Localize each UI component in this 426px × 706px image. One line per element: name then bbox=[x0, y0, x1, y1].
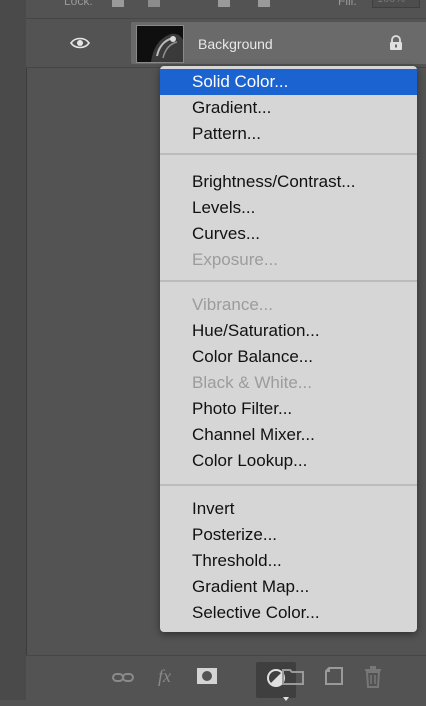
menu-item-label: Color Lookup... bbox=[192, 451, 308, 470]
layer-mask-icon[interactable] bbox=[196, 667, 218, 690]
lock-position-icon[interactable] bbox=[218, 0, 230, 7]
layers-bottom-bar: fx bbox=[26, 655, 426, 701]
menu-item-label: Brightness/Contrast... bbox=[192, 172, 356, 191]
menu-item-label: Posterize... bbox=[192, 525, 278, 544]
menu-item-gradient[interactable]: Gradient... bbox=[160, 95, 417, 121]
link-layers-icon[interactable] bbox=[112, 668, 134, 691]
svg-text:fx: fx bbox=[158, 666, 171, 686]
menu-item-solid-color[interactable]: Solid Color... bbox=[160, 69, 417, 95]
menu-item-label: Black & White... bbox=[192, 373, 312, 392]
menu-item-hue-saturation[interactable]: Hue/Saturation... bbox=[160, 318, 417, 344]
group-folder-icon[interactable] bbox=[282, 666, 304, 691]
new-layer-icon[interactable] bbox=[324, 666, 344, 691]
menu-item-label: Color Balance... bbox=[192, 347, 313, 366]
menu-item-label: Vibrance... bbox=[192, 295, 273, 314]
menu-item-threshold[interactable]: Threshold... bbox=[160, 548, 417, 574]
menu-item-label: Photo Filter... bbox=[192, 399, 293, 418]
menu-item-curves[interactable]: Curves... bbox=[160, 221, 417, 247]
menu-item-label: Selective Color... bbox=[192, 603, 320, 622]
menu-separator bbox=[160, 484, 417, 486]
menu-separator bbox=[160, 153, 417, 155]
menu-item-invert[interactable]: Invert bbox=[160, 496, 417, 522]
menu-item-label: Solid Color... bbox=[192, 72, 289, 91]
menu-item-color-lookup[interactable]: Color Lookup... bbox=[160, 448, 417, 474]
menu-item-levels[interactable]: Levels... bbox=[160, 195, 417, 221]
menu-item-label: Levels... bbox=[192, 198, 256, 217]
menu-item-posterize[interactable]: Posterize... bbox=[160, 522, 417, 548]
layer-name: Background bbox=[198, 36, 273, 52]
menu-item-channel-mixer[interactable]: Channel Mixer... bbox=[160, 422, 417, 448]
lock-all-icon[interactable] bbox=[258, 0, 270, 7]
lock-image-brush-icon[interactable] bbox=[148, 0, 160, 7]
lock-transparent-icon[interactable] bbox=[112, 0, 124, 7]
menu-item-photo-filter[interactable]: Photo Filter... bbox=[160, 396, 417, 422]
menu-item-vibrance: Vibrance... bbox=[160, 292, 417, 318]
menu-item-brightness-contrast[interactable]: Brightness/Contrast... bbox=[160, 169, 417, 195]
layer-thumbnail[interactable] bbox=[136, 25, 184, 63]
menu-item-label: Pattern... bbox=[192, 124, 261, 143]
layers-top-bar: Lock: Fill: 100% bbox=[26, 0, 426, 19]
layer-row[interactable]: Background bbox=[26, 19, 426, 68]
menu-item-gradient-map[interactable]: Gradient Map... bbox=[160, 574, 417, 600]
delete-layer-icon[interactable] bbox=[364, 666, 382, 693]
fill-label: Fill: bbox=[338, 0, 357, 8]
menu-separator bbox=[160, 280, 417, 282]
adjustment-layer-menu: Solid Color... Gradient... Pattern... Brigh… bbox=[160, 66, 417, 632]
eye-visibility-icon[interactable] bbox=[70, 36, 90, 55]
layers-panel: Lock: Fill: 100% Background bbox=[0, 0, 426, 701]
menu-item-label: Exposure... bbox=[192, 250, 278, 269]
menu-item-label: Channel Mixer... bbox=[192, 425, 315, 444]
menu-item-label: Curves... bbox=[192, 224, 261, 243]
fill-value-input[interactable]: 100% bbox=[372, 0, 420, 8]
menu-item-pattern[interactable]: Pattern... bbox=[160, 121, 417, 147]
fx-icon[interactable]: fx bbox=[156, 665, 178, 692]
lock-icon bbox=[389, 35, 403, 56]
menu-item-label: Threshold... bbox=[192, 551, 282, 570]
lock-label: Lock: bbox=[64, 0, 93, 8]
menu-item-exposure: Exposure... bbox=[160, 247, 417, 273]
menu-item-black-white: Black & White... bbox=[160, 370, 417, 396]
menu-item-label: Hue/Saturation... bbox=[192, 321, 320, 340]
panel-left-strip bbox=[0, 0, 27, 700]
menu-item-label: Gradient... bbox=[192, 98, 272, 117]
menu-item-color-balance[interactable]: Color Balance... bbox=[160, 344, 417, 370]
menu-item-selective-color[interactable]: Selective Color... bbox=[160, 600, 417, 626]
menu-item-label: Gradient Map... bbox=[192, 577, 310, 596]
menu-item-label: Invert bbox=[192, 499, 235, 518]
